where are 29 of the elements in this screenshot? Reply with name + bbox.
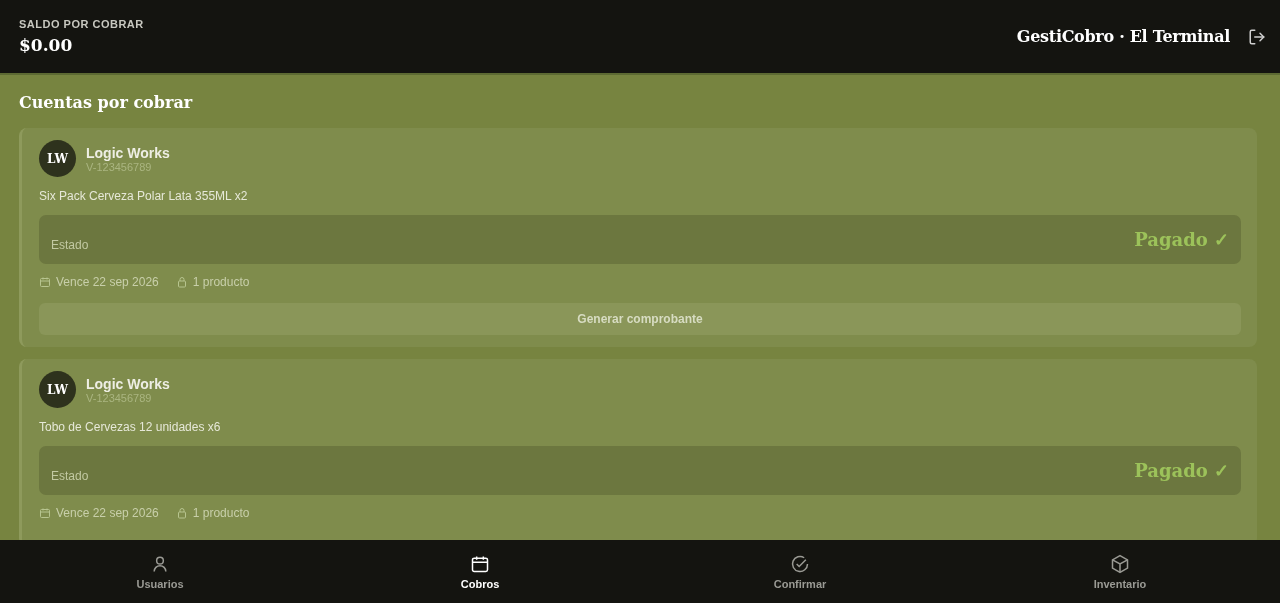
client-name: Logic Works xyxy=(86,375,170,392)
avatar: LW xyxy=(39,140,76,177)
due-date: Vence 22 sep 2026 xyxy=(56,275,159,289)
balance-label: SALDO POR COBRAR xyxy=(19,18,144,30)
item-description: Tobo de Cervezas 12 unidades x6 xyxy=(39,420,222,434)
balance-amount: $0.00 xyxy=(19,35,74,55)
nav-tab[interactable]: Cobros xyxy=(320,540,640,603)
calendar-icon xyxy=(39,507,51,519)
nav-tab[interactable]: Usuarios xyxy=(0,540,320,603)
app-title: GestiCobro · El Terminal xyxy=(1016,27,1230,46)
calendar-icon xyxy=(39,276,51,288)
bag-icon xyxy=(175,507,188,519)
logout-icon[interactable] xyxy=(1248,27,1266,46)
status-value: Pagado ✓ xyxy=(1134,229,1229,250)
status-value: Pagado ✓ xyxy=(1134,460,1229,481)
cube-icon xyxy=(1110,553,1130,574)
status-label: Estado xyxy=(51,237,89,252)
nav-tab[interactable]: Confirmar xyxy=(640,540,960,603)
check-circle-icon xyxy=(790,553,810,574)
client-name: Logic Works xyxy=(86,144,170,161)
item-description: Six Pack Cerveza Polar Lata 355ML x2 xyxy=(39,189,249,203)
due-date: Vence 22 sep 2026 xyxy=(56,506,159,520)
product-count: 1 producto xyxy=(192,506,250,520)
nav-tab[interactable]: Inventario xyxy=(960,540,1280,603)
status-label: Estado xyxy=(51,468,89,483)
section-title: Cuentas por cobrar xyxy=(19,93,194,112)
avatar: LW xyxy=(39,371,76,408)
product-count: 1 producto xyxy=(192,275,250,289)
bag-icon xyxy=(175,276,188,288)
